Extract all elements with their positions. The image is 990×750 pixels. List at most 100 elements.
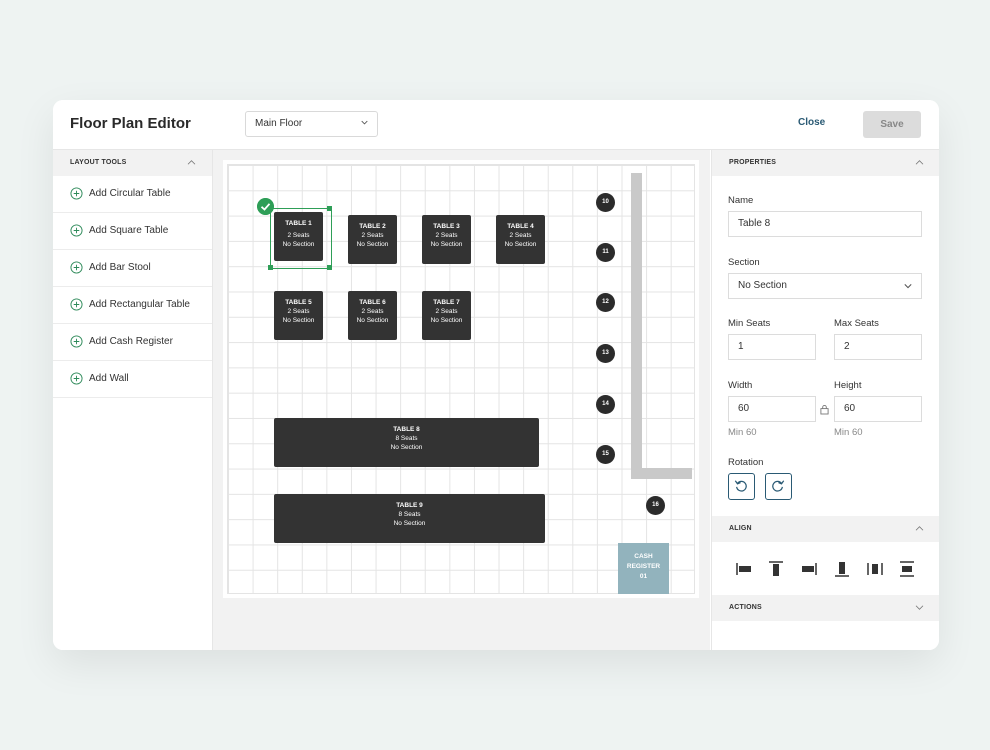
align-center-vertical-icon[interactable]: [898, 560, 916, 578]
tool-label: Add Wall: [89, 373, 129, 384]
layout-tools-header[interactable]: LAYOUT TOOLS: [53, 150, 212, 176]
rotate-left-icon: [734, 480, 747, 492]
bar-stool-14[interactable]: 14: [596, 395, 615, 414]
width-field[interactable]: 60: [728, 396, 816, 422]
plus-circle-icon: [70, 261, 83, 274]
table-seats: 2 Seats: [361, 232, 384, 239]
align-bottom-icon[interactable]: [833, 560, 851, 578]
table-6[interactable]: TABLE 6 2 Seats No Section: [348, 291, 397, 340]
floor-select[interactable]: Main Floor: [245, 111, 378, 137]
add-square-table-button[interactable]: Add Square Table: [53, 213, 212, 250]
table-name: TABLE 2: [359, 223, 386, 230]
table-name: TABLE 1: [285, 220, 312, 227]
bar-stool-15[interactable]: 15: [596, 445, 615, 464]
table-section: No Section: [504, 241, 537, 248]
table-name: TABLE 4: [507, 223, 534, 230]
name-field[interactable]: Table 8: [728, 211, 922, 237]
add-rectangular-table-button[interactable]: Add Rectangular Table: [53, 287, 212, 324]
bar-stool-10[interactable]: 10: [596, 193, 615, 212]
resize-handle[interactable]: [327, 265, 332, 270]
section-value: No Section: [738, 280, 787, 291]
min-seats-value: 1: [738, 341, 744, 352]
resize-handle[interactable]: [268, 265, 273, 270]
wall-horizontal[interactable]: [631, 468, 692, 479]
height-field[interactable]: 60: [834, 396, 922, 422]
floor-select-value: Main Floor: [255, 118, 303, 129]
add-wall-button[interactable]: Add Wall: [53, 361, 212, 398]
max-seats-field[interactable]: 2: [834, 334, 922, 360]
tool-label: Add Bar Stool: [89, 262, 151, 273]
floor-plan-canvas[interactable]: TABLE 1 2 Seats No Section TABLE 2 2 Sea…: [223, 160, 699, 598]
table-section: No Section: [390, 444, 423, 451]
check-circle-icon: [257, 198, 274, 215]
rotate-left-button[interactable]: [728, 473, 755, 500]
bar-stool-13[interactable]: 13: [596, 344, 615, 363]
section-label: Section: [728, 257, 760, 268]
table-seats: 2 Seats: [509, 232, 532, 239]
height-hint: Min 60: [834, 427, 863, 438]
table-name: TABLE 7: [433, 299, 460, 306]
height-label: Height: [834, 380, 862, 391]
min-seats-label: Min Seats: [728, 318, 771, 329]
add-circular-table-button[interactable]: Add Circular Table: [53, 176, 212, 213]
width-label: Width: [728, 380, 753, 391]
table-seats: 2 Seats: [287, 232, 310, 239]
chevron-up-icon: [187, 160, 196, 165]
height-value: 60: [844, 403, 856, 414]
properties-title: PROPERTIES: [729, 159, 777, 166]
max-seats-label: Max Seats: [834, 318, 879, 329]
cash-register-line3: 01: [639, 573, 648, 580]
top-bar: Floor Plan Editor Main Floor Close Save: [53, 100, 939, 150]
table-4[interactable]: TABLE 4 2 Seats No Section: [496, 215, 545, 264]
plus-circle-icon: [70, 335, 83, 348]
bar-stool-16[interactable]: 16: [646, 496, 665, 515]
table-2[interactable]: TABLE 2 2 Seats No Section: [348, 215, 397, 264]
table-9[interactable]: TABLE 9 8 Seats No Section: [274, 494, 545, 543]
section-select[interactable]: No Section: [728, 273, 922, 299]
chevron-down-icon: [915, 605, 924, 610]
properties-panel: PROPERTIES Name Table 8 Section No Secti…: [711, 150, 939, 650]
cash-register[interactable]: CASH REGISTER 01: [618, 543, 669, 594]
max-seats-value: 2: [844, 341, 850, 352]
table-seats: 2 Seats: [287, 308, 310, 315]
table-7[interactable]: TABLE 7 2 Seats No Section: [422, 291, 471, 340]
table-5[interactable]: TABLE 5 2 Seats No Section: [274, 291, 323, 340]
table-name: TABLE 6: [359, 299, 386, 306]
table-seats: 2 Seats: [361, 308, 384, 315]
align-right-icon[interactable]: [800, 560, 818, 578]
add-cash-register-button[interactable]: Add Cash Register: [53, 324, 212, 361]
bar-stool-11[interactable]: 11: [596, 243, 615, 262]
table-section: No Section: [430, 241, 463, 248]
resize-handle[interactable]: [327, 206, 332, 211]
table-section: No Section: [356, 317, 389, 324]
tool-label: Add Cash Register: [89, 336, 173, 347]
min-seats-field[interactable]: 1: [728, 334, 816, 360]
table-seats: 8 Seats: [395, 435, 418, 442]
align-center-horizontal-icon[interactable]: [866, 560, 884, 578]
table-section: No Section: [356, 241, 389, 248]
bar-stool-12[interactable]: 12: [596, 293, 615, 312]
actions-title: ACTIONS: [729, 604, 762, 611]
page-title: Floor Plan Editor: [70, 115, 191, 132]
table-seats: 8 Seats: [398, 511, 421, 518]
canvas-area: TABLE 1 2 Seats No Section TABLE 2 2 Sea…: [213, 150, 710, 650]
table-seats: 2 Seats: [435, 308, 458, 315]
align-top-icon[interactable]: [767, 560, 785, 578]
lock-icon[interactable]: [820, 404, 829, 415]
rotate-right-button[interactable]: [765, 473, 792, 500]
table-1[interactable]: TABLE 1 2 Seats No Section: [274, 212, 323, 261]
align-left-icon[interactable]: [735, 560, 753, 578]
add-bar-stool-button[interactable]: Add Bar Stool: [53, 250, 212, 287]
close-button[interactable]: Close: [798, 117, 825, 128]
table-3[interactable]: TABLE 3 2 Seats No Section: [422, 215, 471, 264]
table-section: No Section: [393, 520, 426, 527]
table-section: No Section: [282, 317, 315, 324]
align-header[interactable]: ALIGN: [712, 516, 939, 542]
rotation-label: Rotation: [728, 457, 764, 468]
properties-header[interactable]: PROPERTIES: [712, 150, 939, 176]
table-8[interactable]: TABLE 8 8 Seats No Section: [274, 418, 539, 467]
actions-header[interactable]: ACTIONS: [712, 595, 939, 621]
save-button[interactable]: Save: [863, 111, 921, 138]
wall-vertical[interactable]: [631, 173, 642, 479]
chevron-down-icon: [904, 284, 912, 289]
